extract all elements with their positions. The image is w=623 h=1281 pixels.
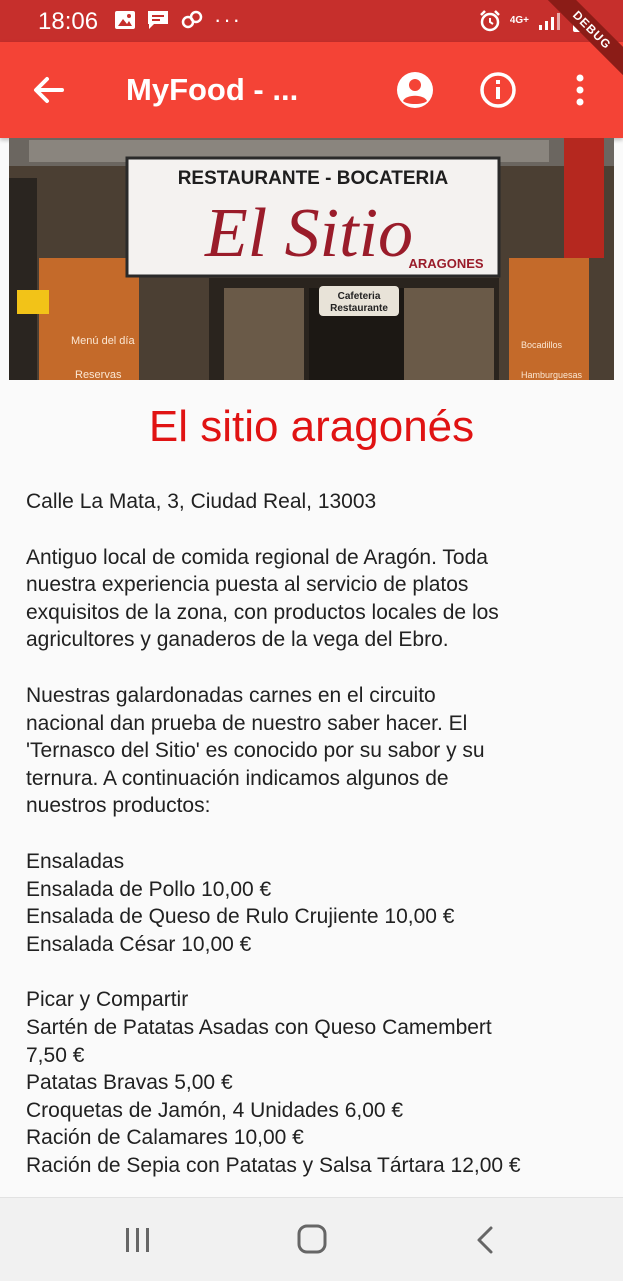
door-sign-line-2: Restaurante — [330, 303, 388, 314]
description-line: Nuestras galardonadas carnes en el circu… — [26, 683, 436, 707]
menu-item: 7,50 € — [26, 1043, 85, 1067]
menu-category: Picar y Compartir — [26, 988, 189, 1012]
home-icon[interactable] — [292, 1222, 332, 1258]
description-line: exquisitos de la zona, con productos loc… — [26, 600, 499, 624]
notification-icons: ··· — [114, 9, 242, 31]
menu-section-picar: Picar y Compartir Sartén de Patatas Asad… — [26, 986, 597, 1179]
alarm-icon — [479, 10, 500, 32]
right-panel-text-2: Hamburguesas — [521, 370, 583, 380]
description-paragraph-2: Nuestras galardonadas carnes en el circu… — [26, 682, 597, 820]
menu-section-ensaladas: Ensaladas Ensalada de Pollo 10,00 € Ensa… — [26, 848, 597, 958]
description-line: nacional dan prueba de nuestro saber hac… — [26, 711, 468, 735]
menu-item: Patatas Bravas 5,00 € — [26, 1071, 233, 1095]
status-time: 18:06 — [38, 8, 99, 35]
system-navigation-bar — [0, 1197, 623, 1281]
account-icon[interactable] — [395, 70, 435, 110]
network-type-label: 4G+ — [509, 15, 529, 26]
restaurant-address: Calle La Mata, 3, Ciudad Real, 13003 — [26, 490, 377, 513]
menu-item: Ensalada de Queso de Rulo Crujiente 10,0… — [26, 905, 455, 929]
more-options-icon[interactable] — [562, 70, 598, 110]
info-icon[interactable] — [478, 70, 518, 110]
sign-main-text: El Sitio — [204, 195, 413, 272]
description-line: 'Ternasco del Sitio' es conocido por su … — [26, 739, 485, 763]
description-line: nuestros productos: — [26, 794, 211, 818]
back-nav-icon[interactable] — [466, 1222, 506, 1258]
status-bar: 18:06 ··· 4G+ — [0, 0, 623, 42]
restaurant-name: El sitio aragonés — [148, 402, 475, 451]
menu-category: Ensaladas — [26, 849, 125, 873]
sign-top-text: RESTAURANTE - BOCATERIA — [178, 168, 449, 189]
menu-item: Ración de Calamares 10,00 € — [26, 1126, 304, 1150]
recent-apps-icon[interactable] — [118, 1222, 158, 1258]
restaurant-details: El sitio aragonés Calle La Mata, 3, Ciud… — [0, 380, 623, 1197]
menu-item: Ensalada César 10,00 € — [26, 932, 252, 956]
left-panel-text-1: Menú del día — [71, 335, 135, 347]
menu-item: Sartén de Patatas Asadas con Queso Camem… — [26, 1015, 492, 1039]
description-line: Antiguo local de comida regional de Arag… — [26, 545, 488, 569]
description-line: ternura. A continuación indicamos alguno… — [26, 766, 449, 790]
menu-item: Croquetas de Jamón, 4 Unidades 6,00 € — [26, 1098, 404, 1122]
link-notification-icon — [181, 10, 203, 29]
back-arrow-icon[interactable] — [28, 70, 68, 110]
app-title: MyFood - ... — [126, 72, 299, 107]
restaurant-photo: RESTAURANTE - BOCATERIA El Sitio ARAGONE… — [9, 138, 614, 380]
description-paragraph-1: Antiguo local de comida regional de Arag… — [26, 544, 597, 654]
menu-item: Ensalada de Pollo 10,00 € — [26, 877, 272, 901]
description-line: nuestra experiencia puesta al servicio d… — [26, 573, 469, 597]
message-notification-icon — [148, 11, 168, 29]
description-line: agricultores y ganaderos de la vega del … — [26, 628, 449, 652]
right-panel-text-1: Bocadillos — [521, 340, 563, 350]
more-notifications-icon: ··· — [214, 7, 242, 32]
signal-icon — [539, 13, 560, 30]
menu-item: Ración de Sepia con Patatas y Salsa Tárt… — [26, 1153, 521, 1177]
door-sign-line-1: Cafeteria — [338, 291, 381, 302]
app-bar: MyFood - ... — [0, 42, 623, 138]
left-panel-text-2: Reservas — [75, 369, 122, 380]
sign-sub-text: ARAGONES — [408, 256, 483, 271]
image-notification-icon — [115, 11, 135, 29]
